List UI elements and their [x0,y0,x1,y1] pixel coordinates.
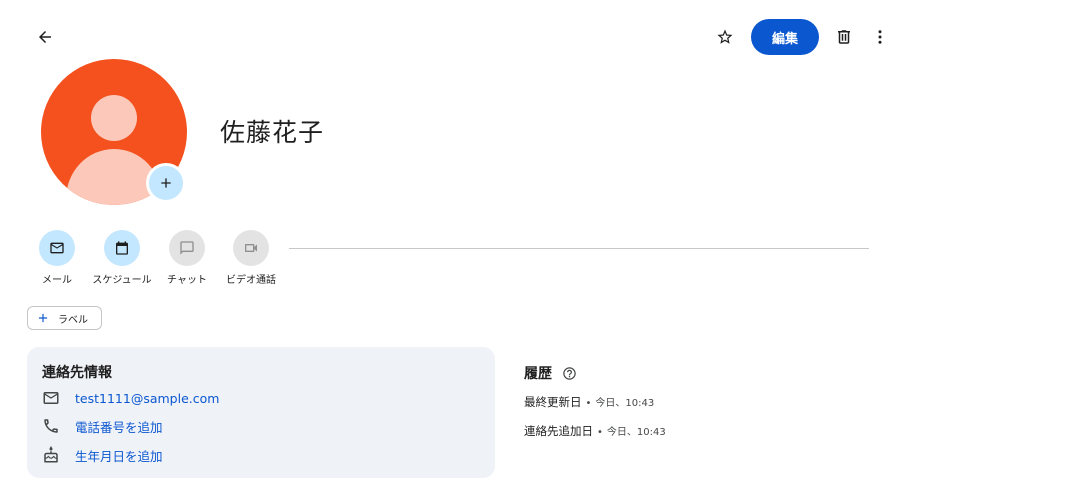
action-schedule-circle[interactable] [104,230,140,266]
add-label-button[interactable]: ラベル [27,306,102,330]
delete-button[interactable] [830,23,858,51]
add-label-text: ラベル [58,314,88,326]
history-added-time: 今日、10:43 [606,427,666,438]
separator-dot: • [597,427,603,438]
history-updated-label: 最終更新日 [524,395,582,409]
action-video-call: ビデオ通話 [215,230,287,286]
add-birthday-link[interactable]: 生年月日を追加 [75,446,163,465]
email-link[interactable]: test1111@sample.com [75,391,219,406]
add-photo-button[interactable] [146,163,186,203]
history-title: 履歴 [524,366,552,382]
action-chat: チャット [151,230,223,286]
action-divider [289,248,869,249]
more-vert-icon [878,30,882,44]
mail-icon [41,388,61,408]
help-circle-icon[interactable] [561,365,577,381]
plus-icon [38,313,48,323]
history-updated-time: 今日、10:43 [595,398,655,409]
history-added-label: 連絡先追加日 [524,424,593,438]
history-updated: 最終更新日 • 今日、10:43 [524,394,654,410]
birthday-row: 生年月日を追加 [41,445,163,465]
video-icon [245,244,257,252]
action-email[interactable]: メール [21,230,93,286]
star-button[interactable] [711,23,739,51]
history-added: 連絡先追加日 • 今日、10:43 [524,423,666,439]
action-chat-circle [169,230,205,266]
phone-icon [41,416,61,436]
arrow-back-icon [39,31,51,43]
action-video-circle [233,230,269,266]
action-email-circle[interactable] [39,230,75,266]
action-email-label: メール [42,275,72,286]
contact-name: 佐藤花子 [220,118,325,147]
action-video-label: ビデオ通話 [226,275,276,286]
mail-icon [50,242,64,254]
back-button[interactable] [31,23,59,51]
chat-icon [180,241,194,255]
star-outline-icon [717,29,733,44]
add-phone-link[interactable]: 電話番号を追加 [75,417,163,436]
action-chat-label: チャット [167,275,207,286]
trash-icon [838,30,850,44]
contact-info-card: 連絡先情報 test1111@sample.com 電話番号を追加 生年月日を追… [27,347,495,478]
separator-dot: • [585,398,592,409]
calendar-icon [116,241,128,255]
email-row: test1111@sample.com [41,388,219,408]
action-schedule-label: スケジュール [92,275,152,286]
contact-detail-page: 編集 佐藤花子 メール スケジュール チャット ビデオ通話 ラベル 連絡先情報 … [0,0,1076,494]
more-options-button[interactable] [866,23,894,51]
contact-info-title: 連絡先情報 [42,365,112,381]
phone-row: 電話番号を追加 [41,416,163,436]
cake-icon [41,445,61,465]
edit-button[interactable]: 編集 [751,19,819,55]
plus-icon [161,178,171,188]
action-schedule[interactable]: スケジュール [86,230,158,286]
